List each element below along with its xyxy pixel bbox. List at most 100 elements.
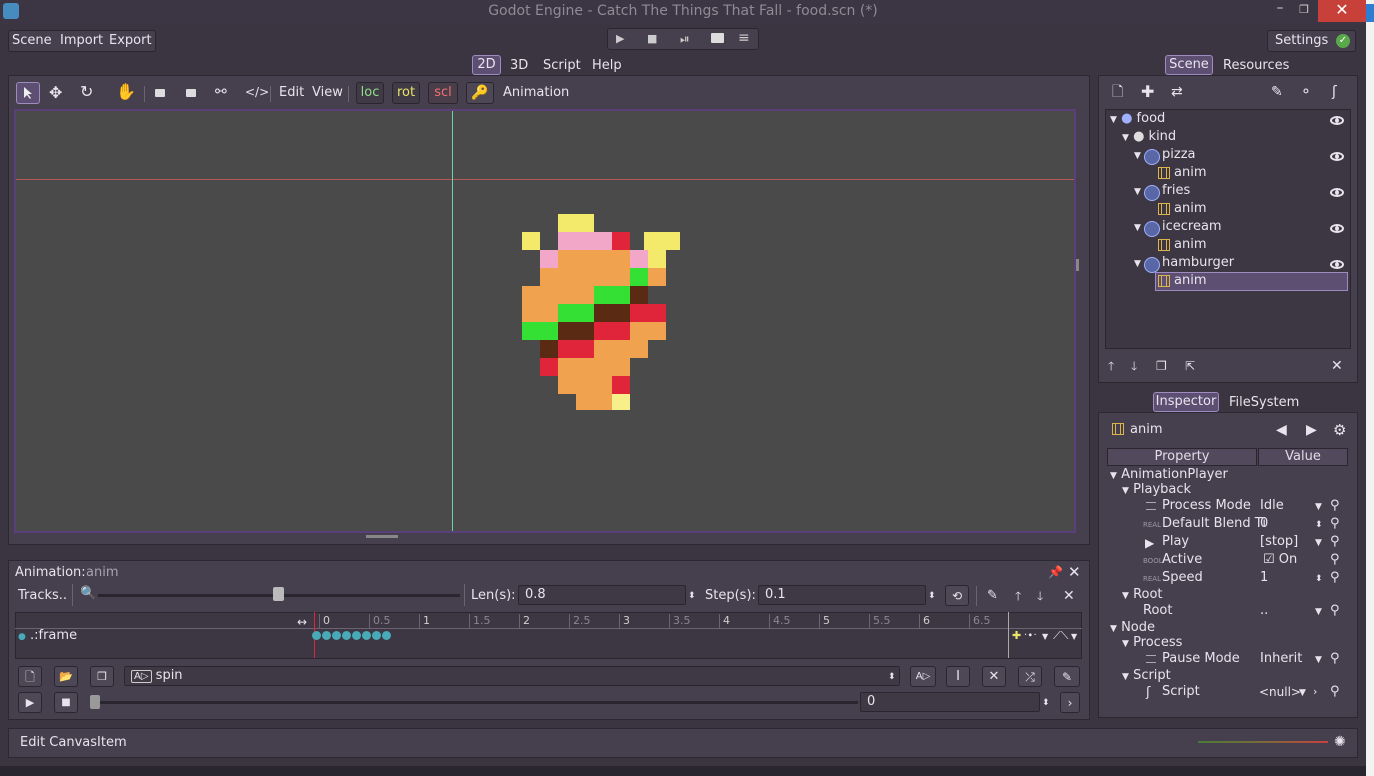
tree-item-pizza[interactable]: ▼: [1134, 146, 1141, 164]
dropdown-arrow-icon[interactable]: ▼: [1299, 683, 1306, 703]
update-mode-icon[interactable]: ·∙·: [1024, 626, 1037, 646]
keyframe[interactable]: [382, 631, 391, 640]
play-custom-scene-icon[interactable]: [711, 33, 724, 43]
play-animation-button[interactable]: ▶: [18, 692, 42, 713]
keyframe[interactable]: [372, 631, 381, 640]
close-panel-icon[interactable]: ✕: [1068, 562, 1081, 582]
active-checkbox[interactable]: ☑ On: [1263, 551, 1297, 569]
tab-inspector[interactable]: Inspector: [1153, 392, 1219, 412]
animation-select[interactable]: A▷ spin: [124, 666, 900, 686]
key-scale-toggle[interactable]: scl: [428, 82, 458, 104]
load-animation-icon[interactable]: 📂: [54, 666, 78, 687]
tab-filesystem[interactable]: FileSystem: [1229, 393, 1299, 413]
key-icon[interactable]: ⚲: [1330, 532, 1340, 552]
h-scrollbar-handle[interactable]: [366, 535, 398, 538]
spin-arrows-icon[interactable]: ⬍: [928, 586, 936, 606]
tracks-menu[interactable]: Tracks..: [18, 586, 67, 606]
key-icon[interactable]: ⚲: [1330, 649, 1340, 669]
visibility-eye-icon[interactable]: [1330, 116, 1344, 125]
new-animation-icon[interactable]: 🗋: [18, 666, 42, 687]
expand-icon[interactable]: ›: [1060, 692, 1080, 713]
zoom-slider-grabber[interactable]: [273, 587, 284, 601]
dropdown-arrow-icon[interactable]: ▼: [1071, 627, 1077, 647]
tree-item-hamburger[interactable]: ▼: [1134, 254, 1141, 272]
ungroup-icon[interactable]: </>: [245, 82, 269, 102]
tree-item-hamburger-anim[interactable]: anim: [1174, 272, 1206, 290]
dropdown-arrow-icon[interactable]: ▼: [1315, 602, 1322, 622]
chevron-right-icon[interactable]: ›: [1313, 682, 1317, 702]
dropdown-arrow-icon[interactable]: ▼: [1042, 627, 1048, 647]
attach-script-icon[interactable]: ʃ: [1332, 82, 1337, 102]
duplicate-icon[interactable]: ❐: [1156, 356, 1167, 376]
stop-animation-button[interactable]: ■: [54, 692, 78, 713]
current-time-input[interactable]: 0: [860, 692, 1040, 712]
tree-item-icecream-anim[interactable]: anim: [1174, 236, 1206, 254]
tree-item-food[interactable]: ▼ ● food: [1110, 110, 1165, 128]
dropdown-arrow-icon[interactable]: ▼: [1315, 497, 1322, 517]
play-value[interactable]: [stop]: [1260, 533, 1298, 551]
debug-options-button[interactable]: ≡: [738, 28, 750, 48]
close-window-button[interactable]: ✕: [1318, 0, 1366, 22]
minimize-button[interactable]: –: [1268, 0, 1292, 22]
maximize-button[interactable]: ❐: [1292, 0, 1316, 22]
play-button[interactable]: ▶: [616, 29, 624, 49]
v-scrollbar-handle[interactable]: [1076, 259, 1079, 271]
spin-arrows-icon[interactable]: ⬍: [688, 586, 696, 606]
default-blend-time-value[interactable]: 0: [1260, 515, 1268, 533]
spin-arrows-icon[interactable]: ⬍: [1315, 515, 1323, 535]
add-node-icon[interactable]: ✚: [1141, 82, 1154, 102]
pin-icon[interactable]: 📌: [1048, 562, 1063, 582]
group-chain-icon[interactable]: ⚯: [215, 82, 227, 102]
key-icon[interactable]: ⚲: [1330, 568, 1340, 588]
seek-slider-grabber[interactable]: [90, 695, 100, 709]
menu-import[interactable]: Import: [60, 31, 103, 51]
fit-zoom-icon[interactable]: ↔: [297, 612, 307, 632]
visibility-eye-icon[interactable]: [1330, 224, 1344, 233]
tree-item-fries[interactable]: ▼: [1134, 182, 1141, 200]
blend-times-icon[interactable]: ⤮: [1018, 666, 1042, 687]
visibility-eye-icon[interactable]: [1330, 152, 1344, 161]
key-icon[interactable]: ⚲: [1330, 682, 1340, 702]
script-value[interactable]: <null>: [1259, 683, 1301, 701]
length-input[interactable]: 0.8: [518, 585, 686, 605]
rotate-tool-icon[interactable]: ↻: [80, 82, 93, 102]
keyframe[interactable]: [322, 631, 331, 640]
canvas-viewport[interactable]: [14, 109, 1079, 538]
visibility-eye-icon[interactable]: [1330, 260, 1344, 269]
history-forward-icon[interactable]: ▶: [1306, 420, 1317, 440]
duplicate-animation-icon[interactable]: ❐: [90, 666, 114, 687]
new-scene-icon[interactable]: 🗋: [1112, 82, 1123, 102]
tab-resources[interactable]: Resources: [1223, 56, 1289, 76]
track-keys[interactable]: [312, 631, 1016, 641]
autoplay-icon[interactable]: A▷: [910, 666, 936, 687]
tab-script[interactable]: Script: [543, 56, 581, 76]
tab-3d[interactable]: 3D: [510, 56, 528, 76]
delete-node-icon[interactable]: ✕: [1331, 356, 1343, 376]
connect-signals-icon[interactable]: ⚬: [1300, 82, 1312, 102]
keyframe[interactable]: [312, 631, 321, 640]
move-track-down-icon[interactable]: 🡓: [1037, 586, 1043, 606]
process-mode-value[interactable]: Idle: [1260, 497, 1284, 515]
play-scene-button[interactable]: ⏯: [680, 29, 690, 49]
keyframe[interactable]: [362, 631, 371, 640]
key-location-toggle[interactable]: loc: [356, 82, 384, 104]
spin-arrows-icon[interactable]: ⬍: [1042, 693, 1050, 713]
track-frame[interactable]: ● .:frame: [18, 626, 77, 647]
rename-animation-icon[interactable]: I: [946, 666, 970, 687]
edit-animation-icon[interactable]: ✎: [1054, 666, 1080, 687]
tree-item-fries-anim[interactable]: anim: [1174, 200, 1206, 218]
menu-scene[interactable]: Scene: [12, 31, 52, 51]
insert-key-button[interactable]: 🔑: [466, 82, 494, 104]
loop-toggle-icon[interactable]: ⟲: [945, 585, 969, 606]
stop-button[interactable]: ■: [647, 29, 657, 49]
reparent-icon[interactable]: ⇱: [1185, 356, 1195, 376]
remove-animation-icon[interactable]: ✕: [982, 666, 1006, 687]
select-tool-button[interactable]: [16, 82, 40, 104]
move-tool-icon[interactable]: ✥: [49, 83, 62, 103]
tree-item-kind[interactable]: ▼ ● kind: [1122, 128, 1176, 146]
seek-slider[interactable]: [92, 701, 858, 704]
keyframe[interactable]: [332, 631, 341, 640]
key-rotation-toggle[interactable]: rot: [392, 82, 420, 104]
move-track-up-icon[interactable]: 🡑: [1015, 586, 1021, 606]
root-value[interactable]: ..: [1260, 602, 1268, 620]
